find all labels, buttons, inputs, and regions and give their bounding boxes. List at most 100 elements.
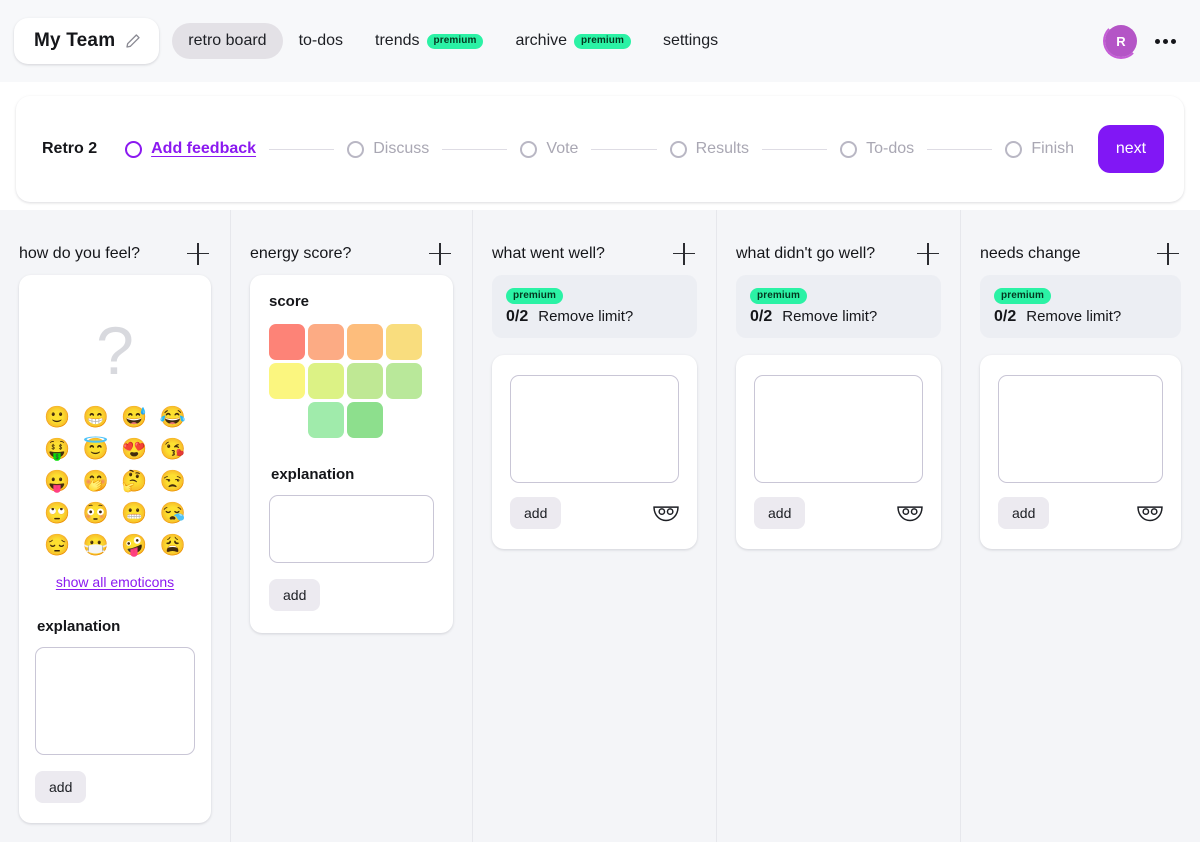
column-header: what didn't go well?	[733, 210, 944, 272]
nav-item-settings[interactable]: settings	[647, 23, 734, 59]
avatar-initial: R	[1105, 25, 1137, 57]
score-label: score	[269, 293, 310, 310]
score-swatch-8[interactable]	[386, 363, 422, 399]
score-swatch-1[interactable]	[269, 324, 305, 360]
score-swatch-7[interactable]	[347, 363, 383, 399]
column-energy-score: energy score? score explanation add	[230, 210, 472, 842]
score-swatch-4[interactable]	[386, 324, 422, 360]
feedback-input[interactable]	[754, 375, 923, 483]
card-footer: add	[754, 497, 923, 529]
show-all-emoticons-link[interactable]: show all emoticons	[35, 574, 195, 590]
emoji-option[interactable]: 🤭	[82, 471, 111, 492]
step-label: Results	[695, 140, 749, 157]
nav-item-trends[interactable]: trends premium	[359, 23, 499, 59]
emoji-option[interactable]: 😍	[120, 439, 149, 460]
emoji-option[interactable]: 😘	[159, 439, 188, 460]
limit-banner[interactable]: premium 0/2 Remove limit?	[980, 275, 1181, 338]
feedback-input[interactable]	[510, 375, 679, 483]
add-card-icon[interactable]	[1157, 242, 1179, 265]
add-card-icon[interactable]	[673, 242, 695, 265]
next-button[interactable]: next	[1098, 125, 1164, 173]
nav-item-archive[interactable]: archive premium	[499, 23, 647, 59]
step-label: Discuss	[373, 140, 430, 157]
limit-banner[interactable]: premium 0/2 Remove limit?	[492, 275, 697, 338]
emoji-option[interactable]: 😬	[120, 503, 149, 524]
emoji-option[interactable]: 😁	[82, 407, 111, 428]
column-title: how do you feel?	[19, 244, 140, 262]
card-footer: add	[998, 497, 1163, 529]
premium-badge: premium	[994, 288, 1051, 304]
limit-banner[interactable]: premium 0/2 Remove limit?	[736, 275, 941, 338]
avatar[interactable]: R	[1103, 23, 1139, 59]
add-button[interactable]: add	[35, 771, 87, 803]
step-label: Vote	[546, 140, 579, 157]
step-circle-icon	[347, 140, 365, 158]
step-label: To-dos	[866, 140, 915, 157]
step-results[interactable]: Results	[669, 140, 749, 158]
step-connector	[927, 148, 993, 150]
team-selector[interactable]: My Team	[14, 18, 160, 64]
add-card-icon[interactable]	[917, 242, 939, 265]
emoji-option[interactable]: 😅	[120, 407, 149, 428]
score-swatch-3[interactable]	[347, 324, 383, 360]
add-button[interactable]: add	[998, 497, 1050, 529]
add-button[interactable]: add	[754, 497, 806, 529]
mask-icon[interactable]	[1137, 505, 1163, 522]
nav-item-retro-board[interactable]: retro board	[172, 23, 283, 59]
step-vote[interactable]: Vote	[520, 140, 578, 158]
step-finish[interactable]: Finish	[1005, 140, 1074, 158]
score-swatch-2[interactable]	[308, 324, 344, 360]
step-discuss[interactable]: Discuss	[347, 140, 429, 158]
feedback-input[interactable]	[998, 375, 1163, 483]
score-swatch-9[interactable]	[308, 402, 344, 438]
emoji-option[interactable]: 😒	[159, 471, 188, 492]
feeling-card: ? 🙂 😁 😅 😂 🤑 😇 😍 😘 😛 🤭 🤔 😒 🙄 😳 😬 😪 😔 😷 🤪 …	[19, 275, 211, 823]
premium-badge: premium	[426, 33, 484, 49]
emoji-option[interactable]: 🙂	[43, 407, 72, 428]
remove-limit-link[interactable]: Remove limit?	[1026, 308, 1121, 325]
emoji-option[interactable]: 😛	[43, 471, 72, 492]
emoji-option[interactable]: 🤪	[120, 535, 149, 556]
step-circle-icon	[520, 140, 538, 158]
emoji-option[interactable]: 😷	[82, 535, 111, 556]
more-options-icon[interactable]	[1155, 38, 1176, 44]
emoji-option[interactable]: 😇	[82, 439, 111, 460]
limit-badge-row: premium	[750, 285, 929, 304]
add-card-icon[interactable]	[429, 242, 451, 265]
mask-icon[interactable]	[897, 505, 923, 522]
column-header: what went well?	[489, 210, 700, 272]
emoji-option[interactable]: 🤔	[120, 471, 149, 492]
explanation-label: explanation	[37, 618, 121, 635]
premium-badge: premium	[750, 288, 807, 304]
mask-icon[interactable]	[653, 505, 679, 522]
retro-board: how do you feel? ? 🙂 😁 😅 😂 🤑 😇 😍 😘 😛 🤭 🤔…	[0, 210, 1200, 842]
explanation-input[interactable]	[269, 495, 434, 563]
emoji-option[interactable]: 😳	[82, 503, 111, 524]
nav-item-to-dos[interactable]: to-dos	[283, 23, 359, 59]
score-swatch-6[interactable]	[308, 363, 344, 399]
emoji-option[interactable]: 🤑	[43, 439, 72, 460]
step-add-feedback[interactable]: Add feedback	[125, 140, 256, 158]
score-swatch-10[interactable]	[347, 402, 383, 438]
add-button[interactable]: add	[269, 579, 321, 611]
add-card-icon[interactable]	[187, 242, 209, 265]
emoji-option[interactable]: 🙄	[43, 503, 72, 524]
add-button[interactable]: add	[510, 497, 562, 529]
feedback-entry-card: add	[736, 355, 941, 549]
step-label: Finish	[1031, 140, 1075, 157]
pencil-icon[interactable]	[125, 33, 141, 49]
emoji-option[interactable]: 😪	[159, 503, 188, 524]
explanation-label: explanation	[271, 466, 355, 483]
remove-limit-link[interactable]: Remove limit?	[538, 308, 633, 325]
step-circle-icon	[669, 140, 687, 158]
remove-limit-link[interactable]: Remove limit?	[782, 308, 877, 325]
score-swatch-5[interactable]	[269, 363, 305, 399]
limit-badge-row: premium	[506, 285, 685, 304]
emoji-option[interactable]: 😂	[159, 407, 188, 428]
top-navigation-bar: My Team retro board to-dos trends premiu…	[0, 0, 1200, 82]
step-to-dos[interactable]: To-dos	[840, 140, 914, 158]
emoji-option[interactable]: 😩	[159, 535, 188, 556]
limit-badge-row: premium	[994, 285, 1169, 304]
explanation-input[interactable]	[35, 647, 195, 755]
emoji-option[interactable]: 😔	[43, 535, 72, 556]
